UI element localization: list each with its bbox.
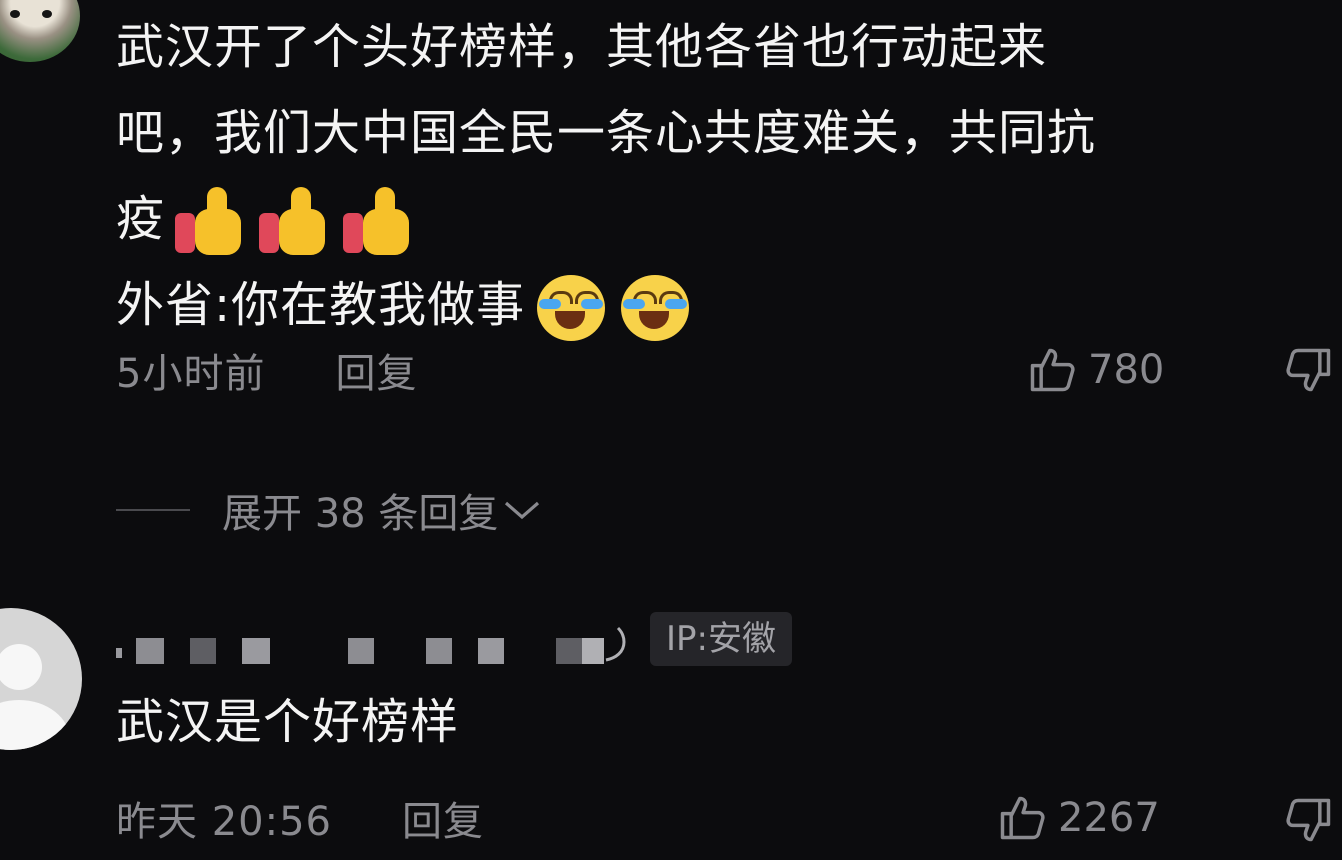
comment-line: 武汉开了个头好榜样，其他各省也行动起来 bbox=[116, 19, 1048, 75]
comment-line: 外省:你在教我做事 bbox=[116, 262, 1326, 348]
thumbs-down-icon bbox=[1286, 798, 1331, 842]
username-flourish-icon bbox=[605, 626, 626, 662]
reply-button[interactable]: 回复 bbox=[402, 789, 484, 847]
comment-meta: 昨天 20:56 回复 bbox=[116, 790, 484, 846]
thumbs-up-icon bbox=[1030, 348, 1075, 392]
comment-line: 疫 bbox=[116, 176, 1326, 262]
thumbs-up-emoji bbox=[341, 187, 417, 257]
like-count: 2267 bbox=[1058, 795, 1160, 841]
ip-location-badge: IP:安徽 bbox=[650, 612, 792, 666]
comment-body: 武汉开了个头好榜样，其他各省也行动起来 吧，我们大中国全民一条心共度难关，共同抗… bbox=[116, 4, 1326, 348]
divider bbox=[116, 509, 190, 511]
like-count: 780 bbox=[1088, 347, 1165, 393]
default-avatar-icon bbox=[0, 644, 42, 690]
thumbs-up-emoji bbox=[257, 187, 333, 257]
like-button[interactable]: 780 bbox=[1026, 342, 1164, 398]
reply-button[interactable]: 回复 bbox=[335, 341, 417, 399]
thumbs-up-icon bbox=[1000, 796, 1045, 840]
dislike-button[interactable] bbox=[1282, 344, 1336, 400]
comment-time: 昨天 20:56 bbox=[116, 799, 332, 845]
like-button[interactable]: 2267 bbox=[996, 790, 1160, 846]
dislike-button[interactable] bbox=[1282, 794, 1336, 850]
thumbs-up-emoji bbox=[173, 187, 249, 257]
comment-section: 武汉开了个头好榜样，其他各省也行动起来 吧，我们大中国全民一条心共度难关，共同抗… bbox=[0, 0, 1342, 860]
comment-meta: 5小时前 回复 bbox=[116, 342, 417, 398]
comment-time: 5小时前 bbox=[116, 351, 266, 397]
comment-body: 武汉是个好榜样 bbox=[116, 694, 460, 750]
commenter-avatar[interactable] bbox=[0, 608, 82, 750]
crying-laughing-emoji bbox=[617, 273, 693, 343]
comment-line: 吧，我们大中国全民一条心共度难关，共同抗 bbox=[116, 105, 1097, 161]
thumbs-down-icon bbox=[1286, 348, 1331, 392]
expand-replies-button[interactable]: 展开 38 条回复 bbox=[116, 478, 542, 542]
commenter-avatar[interactable] bbox=[0, 0, 80, 62]
expand-replies-label: 展开 38 条回复 bbox=[222, 491, 499, 537]
crying-laughing-emoji bbox=[533, 273, 609, 343]
chevron-down-icon bbox=[505, 501, 540, 520]
